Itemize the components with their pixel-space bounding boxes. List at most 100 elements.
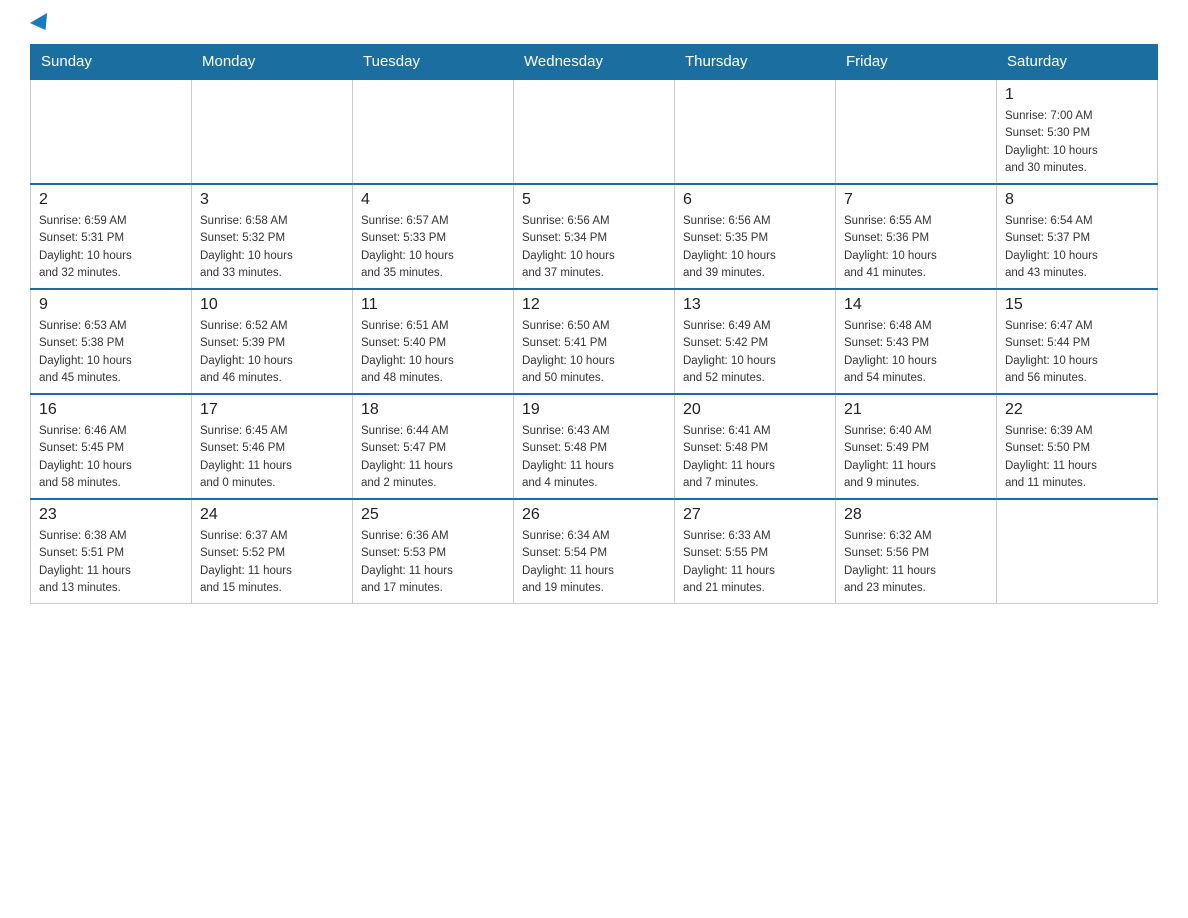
day-number: 11 bbox=[361, 296, 505, 314]
day-info: Sunrise: 6:50 AMSunset: 5:41 PMDaylight:… bbox=[522, 318, 666, 387]
day-number: 5 bbox=[522, 191, 666, 209]
day-info: Sunrise: 6:51 AMSunset: 5:40 PMDaylight:… bbox=[361, 318, 505, 387]
table-row: 15Sunrise: 6:47 AMSunset: 5:44 PMDayligh… bbox=[997, 289, 1158, 394]
day-info: Sunrise: 6:53 AMSunset: 5:38 PMDaylight:… bbox=[39, 318, 183, 387]
col-wednesday: Wednesday bbox=[514, 45, 675, 80]
calendar-week-row: 16 Sunrise: 6:46 AMSunset: 5:45 PMDayligh… bbox=[31, 394, 1158, 499]
day-number: 19 bbox=[522, 401, 666, 419]
day-info: Sunrise: 6:45 AMSunset: 5:46 PMDaylight:… bbox=[200, 423, 344, 492]
table-row: 9 Sunrise: 6:53 AMSunset: 5:38 PMDaylight… bbox=[31, 289, 192, 394]
table-row bbox=[353, 79, 514, 184]
table-row: 1Sunrise: 7:00 AMSunset: 5:30 PMDaylight… bbox=[997, 79, 1158, 184]
table-row: 18 Sunrise: 6:44 AMSunset: 5:47 PMDayligh… bbox=[353, 394, 514, 499]
day-info: Sunrise: 6:34 AMSunset: 5:54 PMDaylight:… bbox=[522, 528, 666, 597]
calendar-week-row: 23 Sunrise: 6:38 AMSunset: 5:51 PMDayligh… bbox=[31, 499, 1158, 604]
day-number: 6 bbox=[683, 191, 827, 209]
day-number: 3 bbox=[200, 191, 344, 209]
table-row: 6 Sunrise: 6:56 AMSunset: 5:35 PMDaylight… bbox=[675, 184, 836, 289]
table-row: 19 Sunrise: 6:43 AMSunset: 5:48 PMDayligh… bbox=[514, 394, 675, 499]
day-info: Sunrise: 6:59 AMSunset: 5:31 PMDaylight:… bbox=[39, 213, 183, 282]
col-friday: Friday bbox=[836, 45, 997, 80]
day-number: 7 bbox=[844, 191, 988, 209]
table-row: 28 Sunrise: 6:32 AMSunset: 5:56 PMDayligh… bbox=[836, 499, 997, 604]
table-row: 3 Sunrise: 6:58 AMSunset: 5:32 PMDaylight… bbox=[192, 184, 353, 289]
table-row: 13 Sunrise: 6:49 AMSunset: 5:42 PMDayligh… bbox=[675, 289, 836, 394]
col-monday: Monday bbox=[192, 45, 353, 80]
day-number: 16 bbox=[39, 401, 183, 419]
day-number: 12 bbox=[522, 296, 666, 314]
day-info: Sunrise: 6:56 AMSunset: 5:35 PMDaylight:… bbox=[683, 213, 827, 282]
day-info: Sunrise: 6:47 AMSunset: 5:44 PMDaylight:… bbox=[1005, 318, 1149, 387]
col-thursday: Thursday bbox=[675, 45, 836, 80]
table-row bbox=[675, 79, 836, 184]
col-saturday: Saturday bbox=[997, 45, 1158, 80]
logo-triangle-icon bbox=[30, 13, 54, 35]
day-info: Sunrise: 6:55 AMSunset: 5:36 PMDaylight:… bbox=[844, 213, 988, 282]
day-info: Sunrise: 6:56 AMSunset: 5:34 PMDaylight:… bbox=[522, 213, 666, 282]
calendar-week-row: 2 Sunrise: 6:59 AMSunset: 5:31 PMDaylight… bbox=[31, 184, 1158, 289]
table-row bbox=[192, 79, 353, 184]
day-info: Sunrise: 6:38 AMSunset: 5:51 PMDaylight:… bbox=[39, 528, 183, 597]
table-row: 14 Sunrise: 6:48 AMSunset: 5:43 PMDayligh… bbox=[836, 289, 997, 394]
day-number: 4 bbox=[361, 191, 505, 209]
day-number: 14 bbox=[844, 296, 988, 314]
day-info: Sunrise: 6:36 AMSunset: 5:53 PMDaylight:… bbox=[361, 528, 505, 597]
day-number: 13 bbox=[683, 296, 827, 314]
day-info: Sunrise: 6:43 AMSunset: 5:48 PMDaylight:… bbox=[522, 423, 666, 492]
day-number: 1 bbox=[1005, 86, 1149, 104]
day-info: Sunrise: 6:37 AMSunset: 5:52 PMDaylight:… bbox=[200, 528, 344, 597]
calendar-week-row: 9 Sunrise: 6:53 AMSunset: 5:38 PMDaylight… bbox=[31, 289, 1158, 394]
table-row: 16 Sunrise: 6:46 AMSunset: 5:45 PMDayligh… bbox=[31, 394, 192, 499]
day-info: Sunrise: 6:58 AMSunset: 5:32 PMDaylight:… bbox=[200, 213, 344, 282]
day-number: 2 bbox=[39, 191, 183, 209]
day-number: 25 bbox=[361, 506, 505, 524]
table-row bbox=[997, 499, 1158, 604]
logo bbox=[30, 20, 52, 34]
day-info: Sunrise: 6:40 AMSunset: 5:49 PMDaylight:… bbox=[844, 423, 988, 492]
day-info: Sunrise: 6:39 AMSunset: 5:50 PMDaylight:… bbox=[1005, 423, 1149, 492]
day-info: Sunrise: 6:46 AMSunset: 5:45 PMDaylight:… bbox=[39, 423, 183, 492]
page-header bbox=[30, 20, 1158, 34]
day-number: 10 bbox=[200, 296, 344, 314]
table-row: 27 Sunrise: 6:33 AMSunset: 5:55 PMDayligh… bbox=[675, 499, 836, 604]
day-info: Sunrise: 6:52 AMSunset: 5:39 PMDaylight:… bbox=[200, 318, 344, 387]
day-number: 23 bbox=[39, 506, 183, 524]
day-info: Sunrise: 6:57 AMSunset: 5:33 PMDaylight:… bbox=[361, 213, 505, 282]
table-row: 21Sunrise: 6:40 AMSunset: 5:49 PMDayligh… bbox=[836, 394, 997, 499]
col-tuesday: Tuesday bbox=[353, 45, 514, 80]
table-row: 17 Sunrise: 6:45 AMSunset: 5:46 PMDayligh… bbox=[192, 394, 353, 499]
day-number: 22 bbox=[1005, 401, 1149, 419]
day-info: Sunrise: 6:32 AMSunset: 5:56 PMDaylight:… bbox=[844, 528, 988, 597]
day-info: Sunrise: 6:54 AMSunset: 5:37 PMDaylight:… bbox=[1005, 213, 1149, 282]
table-row: 23 Sunrise: 6:38 AMSunset: 5:51 PMDayligh… bbox=[31, 499, 192, 604]
day-number: 26 bbox=[522, 506, 666, 524]
day-info: Sunrise: 6:49 AMSunset: 5:42 PMDaylight:… bbox=[683, 318, 827, 387]
table-row: 20 Sunrise: 6:41 AMSunset: 5:48 PMDayligh… bbox=[675, 394, 836, 499]
calendar-week-row: 1Sunrise: 7:00 AMSunset: 5:30 PMDaylight… bbox=[31, 79, 1158, 184]
day-number: 17 bbox=[200, 401, 344, 419]
table-row: 4 Sunrise: 6:57 AMSunset: 5:33 PMDaylight… bbox=[353, 184, 514, 289]
day-number: 24 bbox=[200, 506, 344, 524]
day-number: 18 bbox=[361, 401, 505, 419]
day-info: Sunrise: 6:44 AMSunset: 5:47 PMDaylight:… bbox=[361, 423, 505, 492]
day-info: Sunrise: 6:33 AMSunset: 5:55 PMDaylight:… bbox=[683, 528, 827, 597]
table-row: 5 Sunrise: 6:56 AMSunset: 5:34 PMDaylight… bbox=[514, 184, 675, 289]
calendar-header-row: Sunday Monday Tuesday Wednesday Thursday… bbox=[31, 45, 1158, 80]
table-row: 26 Sunrise: 6:34 AMSunset: 5:54 PMDayligh… bbox=[514, 499, 675, 604]
table-row: 7 Sunrise: 6:55 AMSunset: 5:36 PMDaylight… bbox=[836, 184, 997, 289]
table-row: 22 Sunrise: 6:39 AMSunset: 5:50 PMDayligh… bbox=[997, 394, 1158, 499]
day-info: Sunrise: 6:48 AMSunset: 5:43 PMDaylight:… bbox=[844, 318, 988, 387]
table-row: 2 Sunrise: 6:59 AMSunset: 5:31 PMDaylight… bbox=[31, 184, 192, 289]
day-number: 8 bbox=[1005, 191, 1149, 209]
table-row bbox=[836, 79, 997, 184]
day-number: 28 bbox=[844, 506, 988, 524]
day-info: Sunrise: 6:41 AMSunset: 5:48 PMDaylight:… bbox=[683, 423, 827, 492]
table-row: 24 Sunrise: 6:37 AMSunset: 5:52 PMDayligh… bbox=[192, 499, 353, 604]
day-number: 27 bbox=[683, 506, 827, 524]
day-number: 9 bbox=[39, 296, 183, 314]
table-row: 8 Sunrise: 6:54 AMSunset: 5:37 PMDaylight… bbox=[997, 184, 1158, 289]
col-sunday: Sunday bbox=[31, 45, 192, 80]
day-number: 20 bbox=[683, 401, 827, 419]
table-row bbox=[514, 79, 675, 184]
table-row: 12 Sunrise: 6:50 AMSunset: 5:41 PMDayligh… bbox=[514, 289, 675, 394]
